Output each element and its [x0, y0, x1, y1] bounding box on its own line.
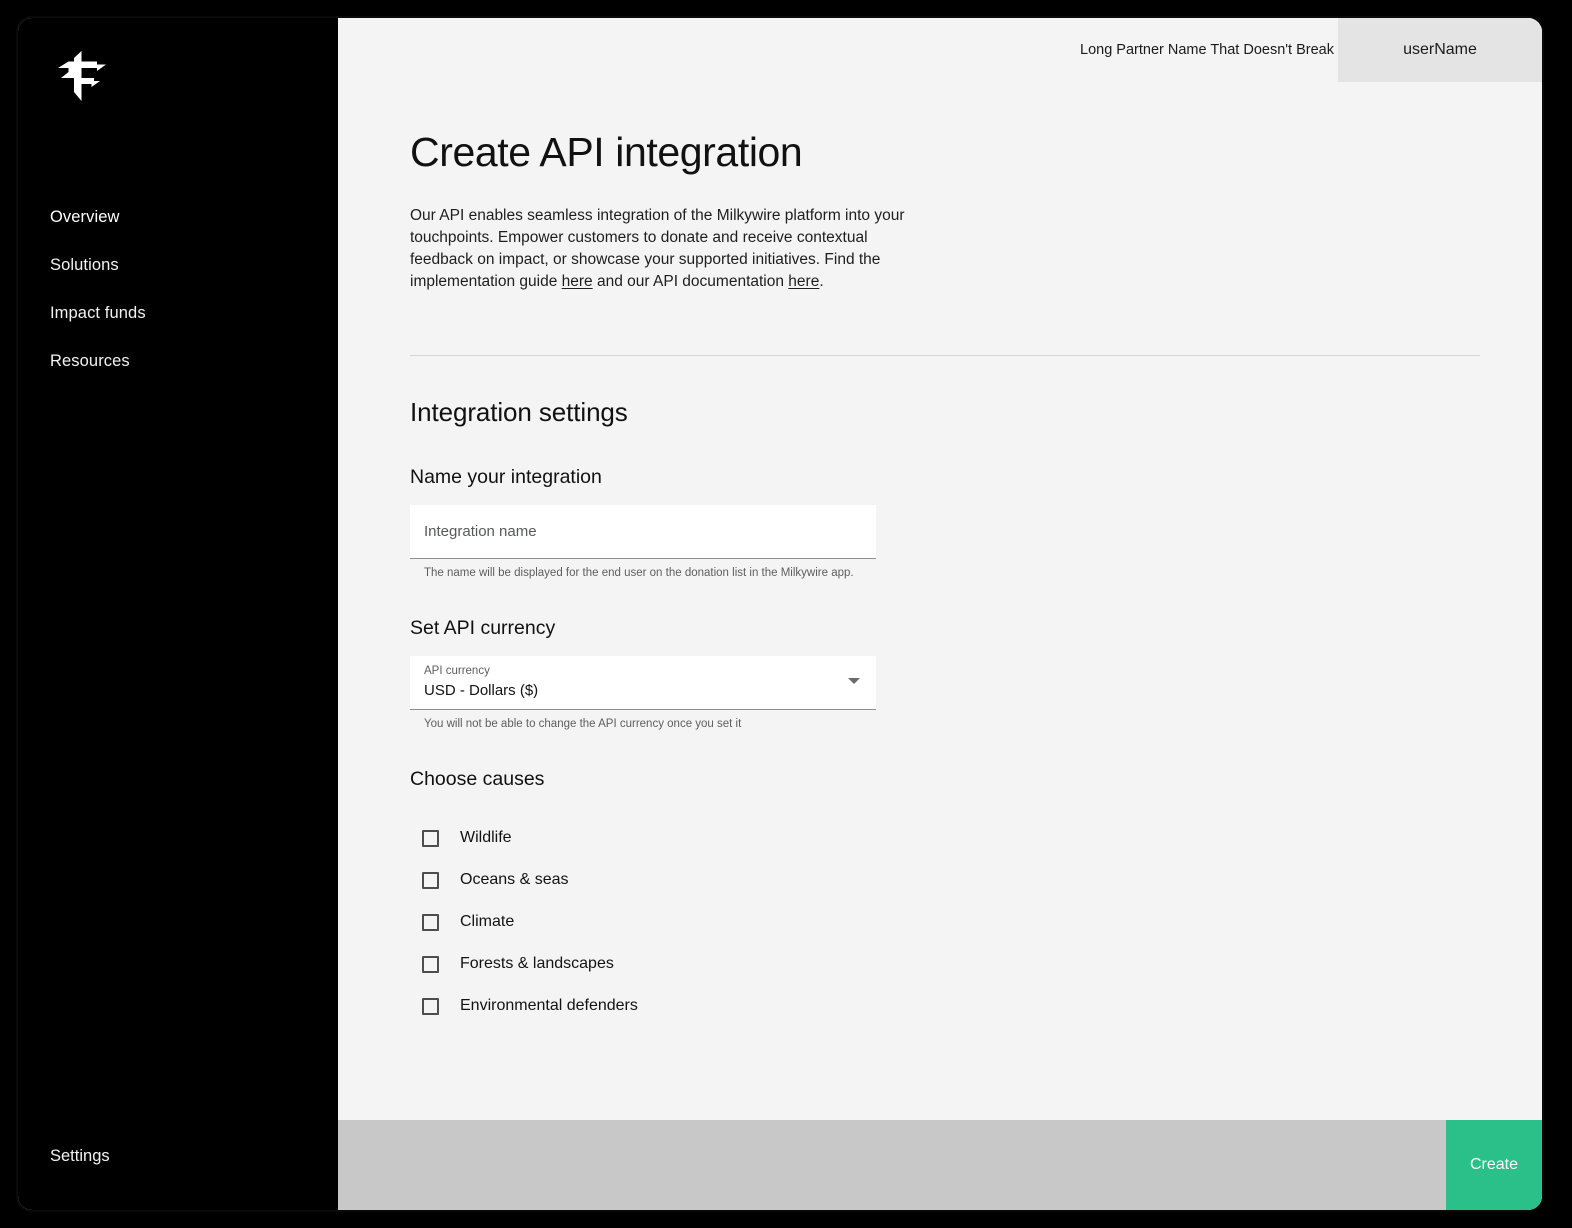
api-currency-value: USD - Dollars ($)	[424, 682, 539, 700]
footer-action-bar: Create	[338, 1120, 1542, 1210]
section-divider	[410, 355, 1480, 357]
checkbox-icon[interactable]	[422, 871, 439, 889]
integration-name-field[interactable]	[410, 505, 876, 560]
page-intro: Our API enables seamless integration of …	[410, 205, 915, 293]
app-window: Overview Solutions Impact funds Resource…	[18, 18, 1542, 1210]
sidebar-item-label: Impact funds	[50, 303, 146, 322]
sidebar-item-label: Solutions	[50, 255, 119, 274]
sidebar-item-label: Overview	[50, 207, 120, 226]
api-currency-select[interactable]: API currency USD - Dollars ($)	[410, 656, 876, 711]
currency-field-label: Set API currency	[410, 617, 556, 640]
cause-row-forests-landscapes[interactable]: Forests & landscapes	[410, 943, 1470, 985]
currency-field-helper-text: You will not be able to change the API c…	[424, 718, 742, 731]
implementation-guide-link[interactable]: here	[562, 273, 593, 290]
cause-row-oceans-seas[interactable]: Oceans & seas	[410, 859, 1470, 901]
sidebar-item-settings[interactable]: Settings	[50, 1147, 110, 1166]
api-documentation-link[interactable]: here	[788, 273, 819, 290]
sidebar-item-label: Resources	[50, 351, 130, 370]
cause-label: Climate	[460, 913, 515, 931]
sidebar-item-overview[interactable]: Overview	[18, 193, 338, 241]
integration-settings-title: Integration settings	[410, 397, 628, 428]
cause-row-climate[interactable]: Climate	[410, 901, 1470, 943]
checkbox-icon[interactable]	[422, 955, 439, 973]
page-content: Create API integration Our API enables s…	[338, 82, 1542, 1120]
sidebar: Overview Solutions Impact funds Resource…	[18, 18, 338, 1210]
cause-label: Environmental defenders	[460, 997, 638, 1015]
chevron-down-icon	[848, 678, 860, 685]
choose-causes-label: Choose causes	[410, 768, 545, 791]
checkbox-icon[interactable]	[422, 829, 439, 847]
top-header: Long Partner Name That Doesn't Break use…	[338, 18, 1542, 82]
page-title: Create API integration	[410, 129, 803, 175]
name-field-label: Name your integration	[410, 466, 602, 489]
name-field-helper-text: The name will be displayed for the end u…	[424, 567, 854, 580]
sidebar-item-impact-funds[interactable]: Impact funds	[18, 289, 338, 337]
checkbox-icon[interactable]	[422, 997, 439, 1015]
checkbox-icon[interactable]	[422, 913, 439, 931]
milkywire-arrow-logo-icon[interactable]	[50, 48, 112, 110]
causes-checkbox-list: Wildlife Oceans & seas Climate Forests &…	[410, 817, 1470, 1027]
user-name-label: userName	[1403, 41, 1477, 58]
integration-name-input[interactable]	[424, 523, 862, 541]
sidebar-nav: Overview Solutions Impact funds Resource…	[18, 193, 338, 385]
cause-label: Oceans & seas	[460, 871, 569, 889]
main-area: Long Partner Name That Doesn't Break use…	[338, 18, 1542, 1210]
intro-text-part-2: and our API documentation	[592, 273, 789, 291]
sidebar-item-solutions[interactable]: Solutions	[18, 241, 338, 289]
api-currency-caption: API currency	[424, 665, 490, 678]
cause-row-wildlife[interactable]: Wildlife	[410, 817, 1470, 859]
sidebar-item-label: Settings	[50, 1147, 110, 1165]
sidebar-item-resources[interactable]: Resources	[18, 337, 338, 385]
user-menu-button[interactable]: userName	[1338, 18, 1542, 82]
cause-row-environmental-defenders[interactable]: Environmental defenders	[410, 985, 1470, 1027]
create-button[interactable]: Create	[1446, 1120, 1542, 1210]
cause-label: Wildlife	[460, 829, 512, 847]
cause-label: Forests & landscapes	[460, 955, 614, 973]
partner-name: Long Partner Name That Doesn't Break	[1080, 42, 1334, 58]
intro-text-part-3: .	[819, 273, 824, 291]
